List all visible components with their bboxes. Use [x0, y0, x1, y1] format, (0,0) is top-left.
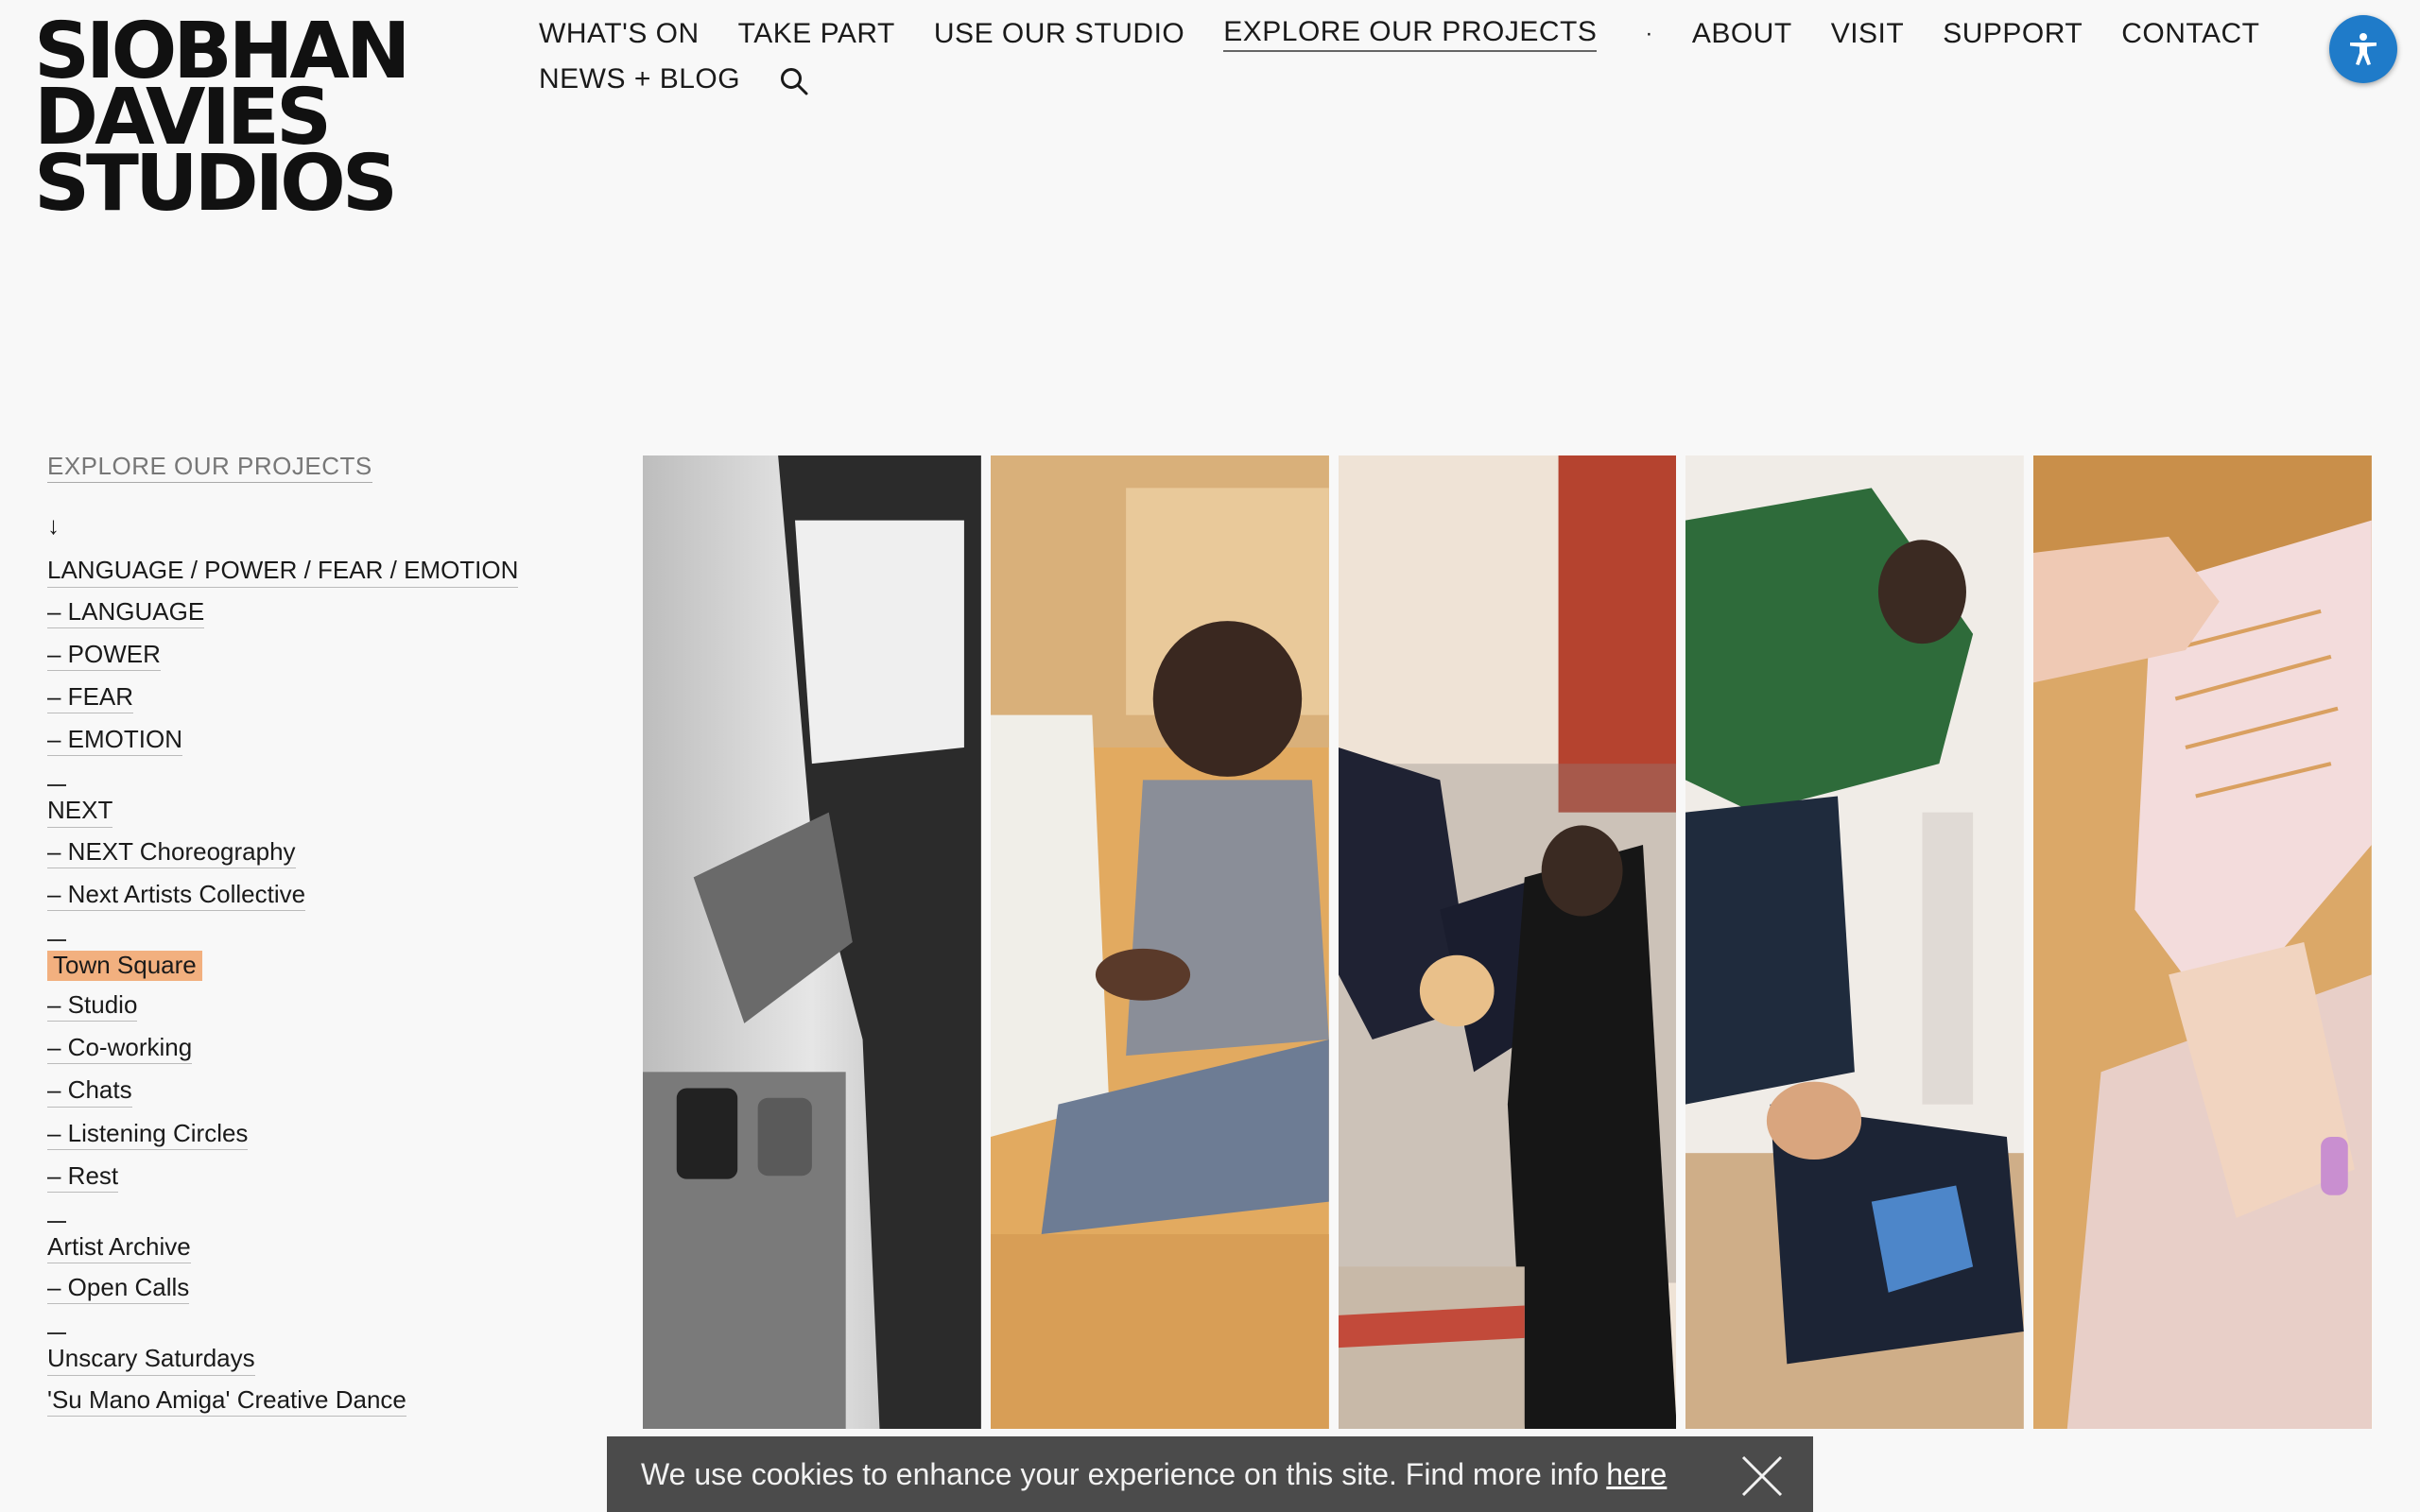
sidebar-subitem: – LANGUAGE — [47, 597, 614, 628]
sidebar-divider — [47, 928, 66, 941]
sidebar-subitem: – Listening Circles — [47, 1119, 614, 1150]
sidebar-item-emotion[interactable]: – EMOTION — [47, 725, 183, 757]
close-icon[interactable] — [1739, 1453, 1785, 1499]
sidebar-subitem: – Open Calls — [47, 1273, 614, 1305]
sidebar-divider — [47, 773, 66, 787]
nav-separator: · — [1645, 21, 1653, 46]
sidebar-item-artist-archive[interactable]: Artist Archive — [47, 1232, 191, 1264]
nav-row-1: WHAT'S ON TAKE PART USE OUR STUDIO EXPLO… — [539, 11, 2259, 57]
sidebar-item-language[interactable]: – LANGUAGE — [47, 597, 205, 628]
sidebar-item-town-square[interactable]: Town Square — [47, 950, 202, 982]
sidebar-item-next[interactable]: NEXT — [47, 796, 113, 828]
sidebar-title-wrap: EXPLORE OUR PROJECTS — [47, 452, 614, 484]
cookie-info-link[interactable]: here — [1606, 1457, 1667, 1492]
sidebar-item-fear[interactable]: – FEAR — [47, 682, 134, 714]
sidebar-item-co-working[interactable]: – Co-working — [47, 1033, 193, 1065]
main-nav: WHAT'S ON TAKE PART USE OUR STUDIO EXPLO… — [539, 11, 2259, 102]
sidebar-group-label: LANGUAGE / POWER / FEAR / EMOTION — [47, 556, 614, 588]
sidebar-subitem: 'Su Mano Amiga' Creative Dance — [47, 1385, 614, 1417]
accessibility-button[interactable] — [2329, 15, 2397, 83]
photo-hand-paper[interactable] — [2033, 455, 2372, 1429]
nav-contact[interactable]: CONTACT — [2121, 18, 2259, 50]
sidebar-item-language-power-fear-emotion[interactable]: LANGUAGE / POWER / FEAR / EMOTION — [47, 556, 519, 588]
sidebar-item-su-mano-amiga[interactable]: 'Su Mano Amiga' Creative Dance — [47, 1385, 406, 1417]
sidebar-subitem: – Next Artists Collective — [47, 880, 614, 911]
sidebar-item-next-choreography[interactable]: – NEXT Choreography — [47, 837, 296, 868]
sidebar-subitem: – Co-working — [47, 1033, 614, 1065]
sidebar-subitem: – POWER — [47, 640, 614, 671]
sidebar-item-next-artists-collective[interactable]: – Next Artists Collective — [47, 880, 306, 911]
sidebar-item-open-calls[interactable]: – Open Calls — [47, 1273, 190, 1305]
sidebar-group-label: NEXT — [47, 796, 614, 828]
sidebar-title[interactable]: EXPLORE OUR PROJECTS — [47, 452, 372, 484]
nav-row-2: NEWS + BLOG — [539, 57, 2240, 102]
nav-take-part[interactable]: TAKE PART — [738, 18, 895, 50]
sidebar-subitem: – EMOTION — [47, 725, 614, 757]
sidebar-item-power[interactable]: – POWER — [47, 640, 161, 671]
photo-seated-conversation[interactable] — [990, 455, 1329, 1429]
nav-whats-on[interactable]: WHAT'S ON — [539, 18, 700, 50]
sidebar-subitem: – Chats — [47, 1075, 614, 1108]
sidebar-divider — [47, 1321, 66, 1335]
sidebar-item-rest[interactable]: – Rest — [47, 1161, 119, 1193]
sidebar-divider — [47, 1210, 66, 1223]
photo-hands-mugs[interactable] — [643, 455, 981, 1429]
nav-about[interactable]: ABOUT — [1692, 18, 1792, 50]
sidebar-group-label: Town Square — [47, 950, 614, 982]
sidebar-item-unscary-saturdays[interactable]: Unscary Saturdays — [47, 1344, 255, 1376]
photo-gallery — [643, 455, 2372, 1429]
sidebar-subitem: – Studio — [47, 990, 614, 1022]
sidebar-item-listening-circles[interactable]: – Listening Circles — [47, 1119, 249, 1150]
sidebar-subitem: – FEAR — [47, 682, 614, 714]
search-icon[interactable] — [779, 66, 809, 96]
accessibility-icon — [2350, 33, 2377, 65]
nav-news-blog[interactable]: NEWS + BLOG — [539, 63, 740, 95]
sidebar-group-label: Artist Archive — [47, 1232, 614, 1264]
nav-visit[interactable]: VISIT — [1831, 18, 1905, 50]
nav-use-our-studio[interactable]: USE OUR STUDIO — [934, 18, 1184, 50]
sidebar-subitem: – NEXT Choreography — [47, 837, 614, 868]
projects-sidebar: EXPLORE OUR PROJECTS ↓ LANGUAGE / POWER … — [47, 452, 614, 1428]
site-logo[interactable]: SIOBHAN DAVIES STUDIOS — [34, 13, 431, 229]
sidebar-subitem: – Rest — [47, 1161, 614, 1193]
cookie-banner: We use cookies to enhance your experienc… — [607, 1436, 1813, 1512]
photo-dancer-floor[interactable] — [1685, 455, 2025, 1429]
nav-support[interactable]: SUPPORT — [1943, 18, 2083, 50]
sidebar-item-chats[interactable]: – Chats — [47, 1075, 132, 1108]
cookie-text: We use cookies to enhance your experienc… — [641, 1456, 1599, 1491]
nav-explore-our-projects[interactable]: EXPLORE OUR PROJECTS — [1223, 16, 1598, 52]
sidebar-item-studio[interactable]: – Studio — [47, 990, 138, 1022]
photo-dancers-lift[interactable] — [1338, 455, 1677, 1429]
down-arrow-icon: ↓ — [47, 511, 60, 541]
logo-line-3: STUDIOS — [34, 139, 398, 229]
sidebar-group-label: Unscary Saturdays — [47, 1344, 614, 1376]
